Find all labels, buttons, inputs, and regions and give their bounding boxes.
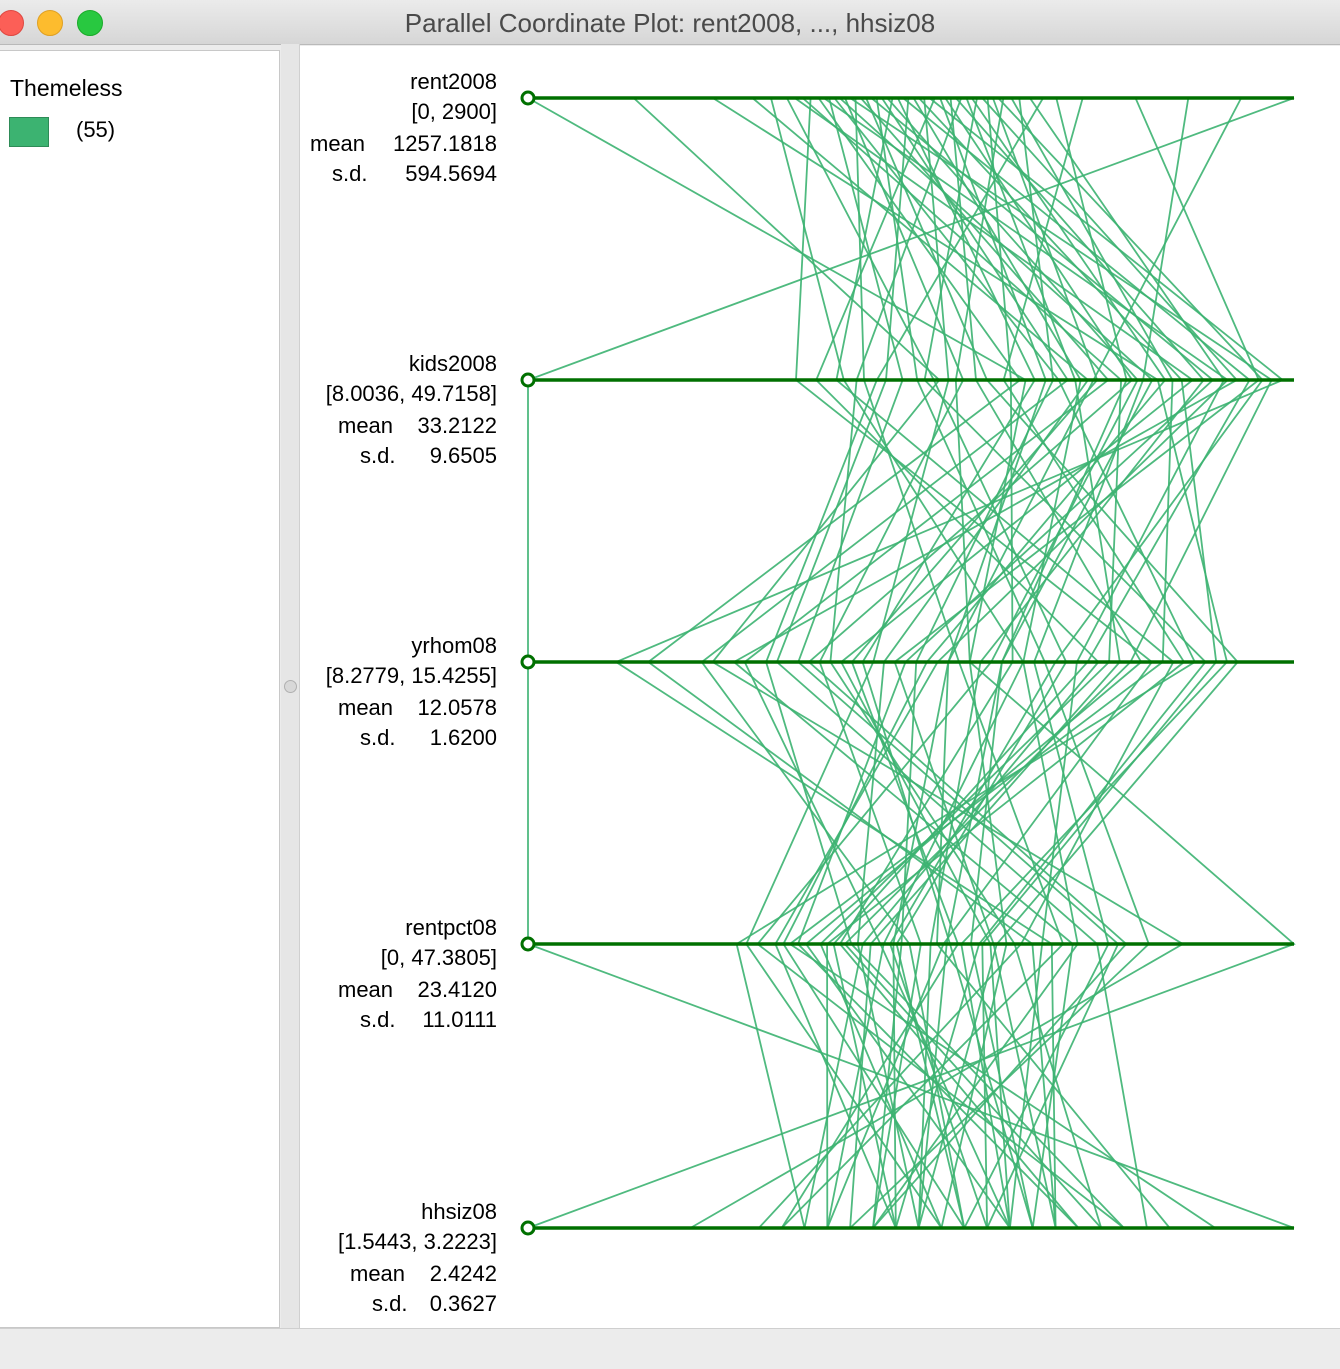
axis-name-rent2008: rent2008 [410,69,497,94]
axes-group [520,90,1294,1236]
panel-splitter[interactable] [281,44,300,1328]
mean-value-yrhom08: 12.0578 [417,695,497,720]
axis-handle-yrhom08[interactable] [520,654,536,670]
sd-value-hhsiz08: 0.3627 [430,1291,497,1316]
mean-value-rentpct08: 23.4120 [417,977,497,1002]
axis-range-hhsiz08: [1.5443, 3.2223] [338,1229,497,1254]
sd-value-kids2008: 9.6505 [430,443,497,468]
sd-label-rent2008: s.d. [332,161,367,186]
mean-label-kids2008: mean [338,413,393,438]
axis-handle-rentpct08[interactable] [520,936,536,952]
sd-label-rentpct08: s.d. [360,1007,395,1032]
parallel-coordinate-plot[interactable]: rent2008 [0, 2900] mean 1257.1818 s.d. 594.56… [300,46,1340,1328]
axis-name-rentpct08: rentpct08 [405,915,497,940]
axis-name-kids2008: kids2008 [409,351,497,376]
mean-value-rent2008: 1257.1818 [393,131,497,156]
legend-panel: Themeless (55) [0,50,280,1328]
plot-area[interactable]: rent2008 [0, 2900] mean 1257.1818 s.d. 594.56… [300,46,1340,1328]
axis-range-kids2008: [8.0036, 49.7158] [326,381,497,406]
axis-handle-hhsiz08[interactable] [520,1220,536,1236]
mean-value-hhsiz08: 2.4242 [430,1261,497,1286]
mean-label-yrhom08: mean [338,695,393,720]
sd-value-rentpct08: 11.0111 [422,1007,497,1032]
axis-range-rentpct08: [0, 47.3805] [381,945,497,970]
axis-handle-rent2008[interactable] [520,90,536,106]
status-bar [0,1328,1340,1369]
mean-label-rent2008: mean [310,131,365,156]
sd-value-yrhom08: 1.6200 [430,725,497,750]
mean-label-hhsiz08: mean [350,1261,405,1286]
splitter-handle[interactable] [284,680,297,693]
window-title: Parallel Coordinate Plot: rent2008, ...,… [404,8,936,38]
legend-swatch[interactable] [9,117,49,147]
mean-label-rentpct08: mean [338,977,393,1002]
mean-value-kids2008: 33.2122 [417,413,497,438]
legend-count: (55) [76,117,116,142]
sd-label-kids2008: s.d. [360,443,395,468]
legend-title: Themeless [10,75,123,101]
title-bar: Parallel Coordinate Plot: rent2008, ...,… [0,0,1340,45]
sd-label-yrhom08: s.d. [360,725,395,750]
axis-labels-group: rent2008 [0, 2900] mean 1257.1818 s.d. 594.56… [310,69,497,1316]
axis-range-yrhom08: [8.2779, 15.4255] [326,663,497,688]
axis-handle-kids2008[interactable] [520,372,536,388]
axis-name-yrhom08: yrhom08 [411,633,497,658]
axis-range-rent2008: [0, 2900] [411,99,497,124]
sd-label-hhsiz08: s.d. [372,1291,407,1316]
axis-name-hhsiz08: hhsiz08 [421,1199,497,1224]
sd-value-rent2008: 594.5694 [405,161,497,186]
